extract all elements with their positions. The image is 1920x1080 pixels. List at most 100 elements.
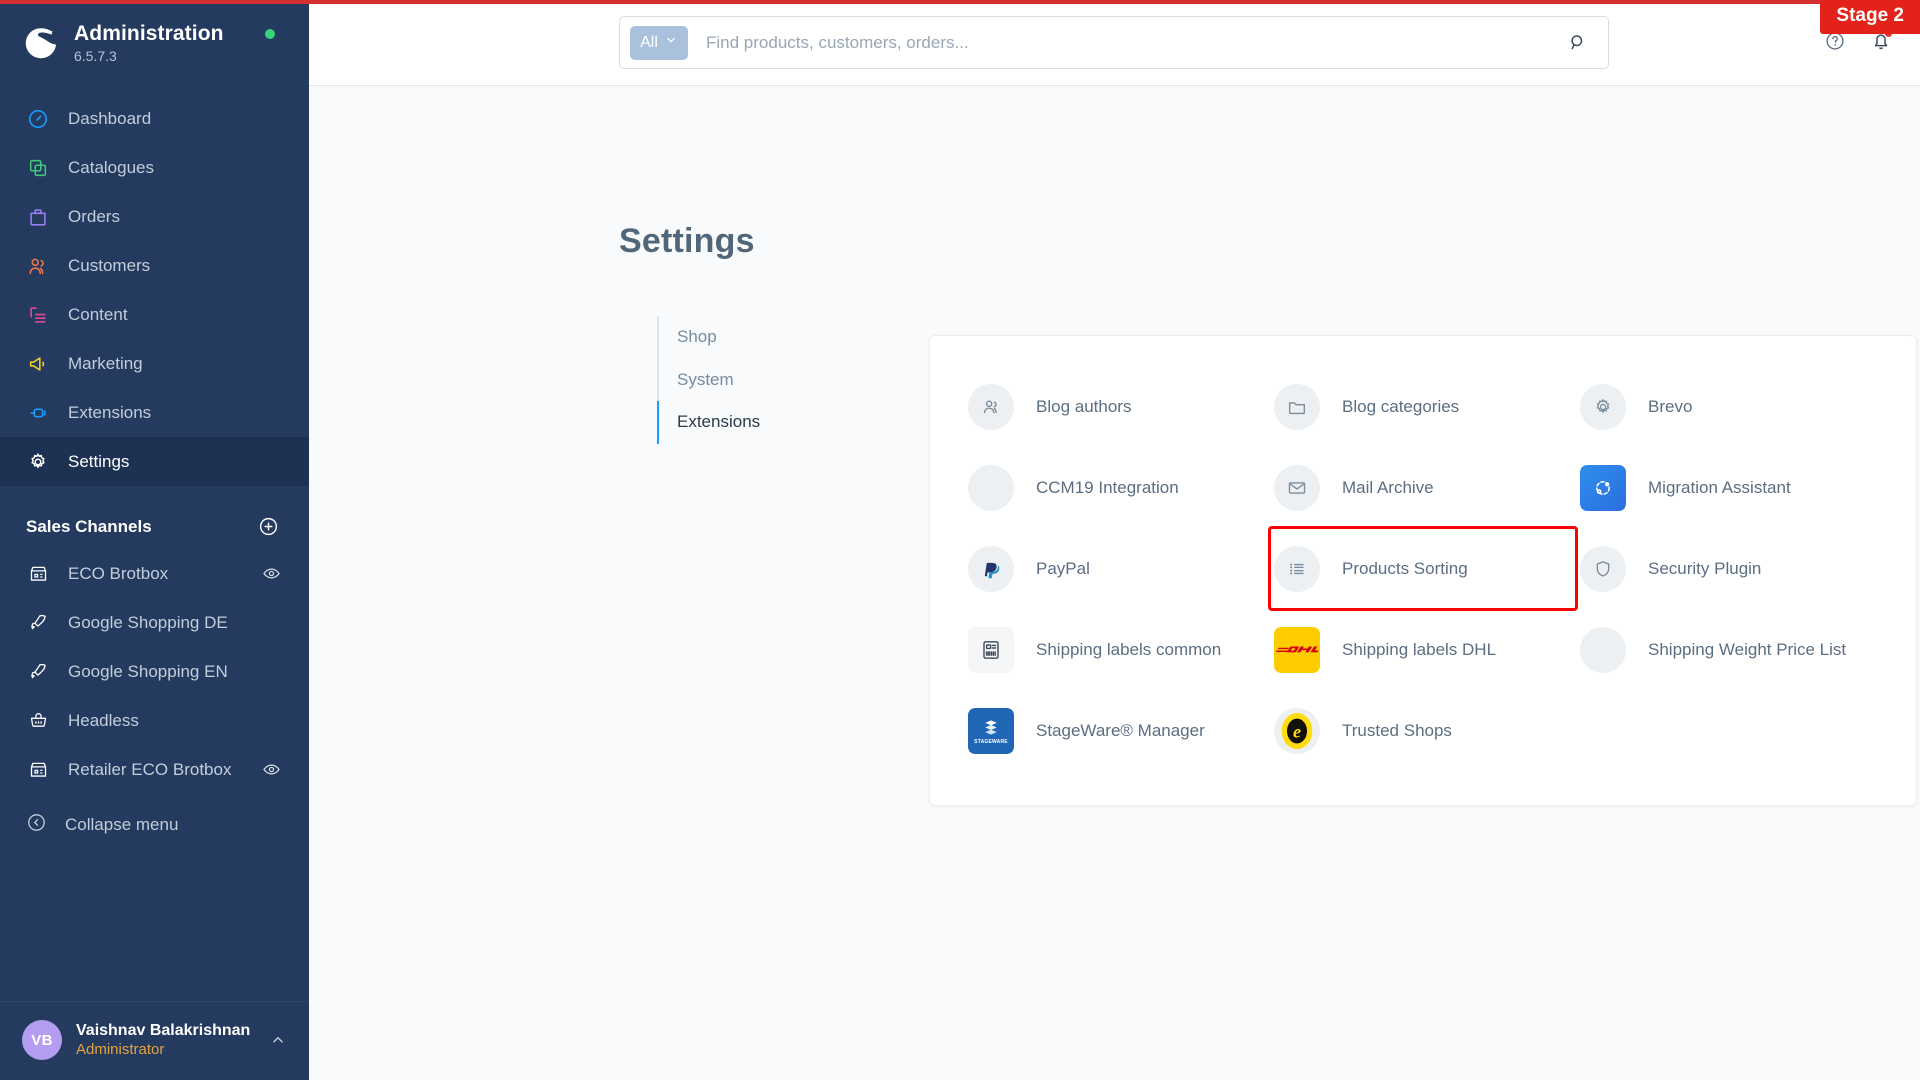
user-profile-bar[interactable]: VB Vaishnav Balakrishnan Administrator <box>0 1001 309 1080</box>
customers-icon <box>26 254 50 278</box>
extension-item-security-plugin[interactable]: Security Plugin <box>1576 528 1882 609</box>
label-barcode-icon <box>968 626 1014 673</box>
extension-label: CCM19 Integration <box>1036 477 1179 497</box>
sidebar-item-orders[interactable]: Orders <box>0 192 309 241</box>
sidebar-item-retailer-eco-brotbox[interactable]: Retailer ECO Brotbox <box>0 745 309 794</box>
extension-item-shipping-weight-price-list[interactable]: Shipping Weight Price List <box>1576 609 1882 690</box>
global-search[interactable]: All <box>619 16 1609 69</box>
extension-item-products-sorting[interactable]: Products Sorting <box>1268 526 1578 611</box>
brand-version: 6.5.7.3 <box>74 48 117 65</box>
extension-label: Mail Archive <box>1342 477 1434 497</box>
extension-item-blog-categories[interactable]: Blog categories <box>1270 366 1576 447</box>
brand-header[interactable]: Administration 6.5.7.3 <box>0 0 309 86</box>
sidebar-item-label: Catalogues <box>68 157 155 177</box>
eye-icon[interactable] <box>262 760 281 779</box>
shield-icon <box>1580 545 1626 592</box>
subnav-item-extensions[interactable]: Extensions <box>657 401 857 444</box>
search-icon[interactable] <box>1555 32 1600 53</box>
catalogues-icon <box>26 156 50 180</box>
search-scope-selector[interactable]: All <box>630 25 688 60</box>
sidebar-item-customers[interactable]: Customers <box>0 241 309 290</box>
extension-item-blog-authors[interactable]: Blog authors <box>964 366 1270 447</box>
sidebar-item-settings[interactable]: Settings <box>0 437 309 487</box>
eye-icon[interactable] <box>262 564 281 583</box>
settings-gear-icon <box>26 450 50 474</box>
extension-label: StageWare® Manager <box>1036 720 1205 740</box>
trusted-shops-icon: e <box>1274 707 1320 754</box>
extension-label: Blog authors <box>1036 396 1132 416</box>
page-content: Settings Shop System Extensions Blog aut… <box>309 86 1920 1080</box>
sidebar-item-label: Dashboard <box>68 108 152 128</box>
rocket-icon <box>26 611 50 635</box>
extension-item-ccm19-integration[interactable]: CCM19 Integration <box>964 447 1270 528</box>
extension-item-stageware-manager[interactable]: STAGEWARE StageWare® Manager <box>964 690 1270 771</box>
dashboard-icon <box>26 107 50 131</box>
sidebar-item-label: Customers <box>68 255 151 275</box>
extensions-card: Blog authors Blog categories Brevo CCM19… <box>929 335 1917 806</box>
sidebar-item-label: Headless <box>68 710 139 730</box>
gear-icon <box>1580 383 1626 430</box>
extension-item-trusted-shops[interactable]: e Trusted Shops <box>1270 690 1576 771</box>
paypal-icon <box>968 545 1014 592</box>
blank-icon <box>1580 626 1626 673</box>
sales-channels-header: Sales Channels <box>0 486 309 549</box>
sidebar-item-label: Google Shopping EN <box>68 661 228 681</box>
top-accent-bar <box>0 0 1920 4</box>
extension-item-brevo[interactable]: Brevo <box>1576 366 1882 447</box>
sidebar-item-headless[interactable]: Headless <box>0 696 309 745</box>
sidebar-item-content[interactable]: Content <box>0 290 309 339</box>
collapse-menu-label: Collapse menu <box>65 814 179 834</box>
sales-channels-title: Sales Channels <box>26 516 152 536</box>
extension-label: Migration Assistant <box>1648 477 1791 497</box>
extensions-grid: Blog authors Blog categories Brevo CCM19… <box>964 366 1882 771</box>
sidebar-item-label: Marketing <box>68 353 143 373</box>
extension-item-shipping-labels-common[interactable]: Shipping labels common <box>964 609 1270 690</box>
extension-label: Shipping labels common <box>1036 639 1222 659</box>
subnav-item-shop[interactable]: Shop <box>659 316 857 359</box>
search-input[interactable] <box>688 32 1555 53</box>
content-icon <box>26 303 50 327</box>
user-role: Administrator <box>76 1040 165 1058</box>
main-sidebar: Administration 6.5.7.3 Dashboard Catalog… <box>0 0 309 1080</box>
sidebar-item-extensions[interactable]: Extensions <box>0 388 309 437</box>
extension-item-shipping-labels-dhl[interactable]: Shipping labels DHL <box>1270 609 1576 690</box>
subnav-label: System <box>677 369 734 389</box>
extension-label: Brevo <box>1648 396 1693 416</box>
extension-label: Products Sorting <box>1342 558 1468 578</box>
subnav-label: Extensions <box>677 412 761 432</box>
rocket-icon <box>26 660 50 684</box>
plus-circle-icon[interactable] <box>258 516 279 537</box>
svg-text:e: e <box>1293 721 1301 741</box>
sidebar-item-marketing[interactable]: Marketing <box>0 339 309 388</box>
stageware-wordmark: STAGEWARE <box>974 738 1008 745</box>
blank-icon <box>968 464 1014 511</box>
shopware-logo-icon <box>22 24 60 62</box>
sidebar-item-dashboard[interactable]: Dashboard <box>0 94 309 143</box>
extension-item-paypal[interactable]: PayPal <box>964 528 1270 609</box>
orders-icon <box>26 205 50 229</box>
extension-label: Shipping Weight Price List <box>1648 639 1847 659</box>
sidebar-item-eco-brotbox[interactable]: ECO Brotbox <box>0 549 309 598</box>
extension-item-mail-archive[interactable]: Mail Archive <box>1270 447 1576 528</box>
storefront-icon <box>26 562 50 586</box>
page-title: Settings <box>619 222 755 260</box>
migration-icon <box>1580 464 1626 511</box>
chevron-up-icon[interactable] <box>269 1031 287 1049</box>
brand-title: Administration <box>74 22 224 45</box>
sidebar-item-google-shopping-en[interactable]: Google Shopping EN <box>0 647 309 696</box>
sidebar-item-label: Orders <box>68 206 120 226</box>
primary-navigation: Dashboard Catalogues Orders Customers Co… <box>0 94 309 487</box>
sidebar-item-catalogues[interactable]: Catalogues <box>0 143 309 192</box>
admin-app: Administration 6.5.7.3 Dashboard Catalog… <box>0 0 1920 1080</box>
basket-icon <box>26 709 50 733</box>
sidebar-item-label: Extensions <box>68 402 152 422</box>
extension-label: Trusted Shops <box>1342 720 1452 740</box>
main-area: All Find products, customers, orders... … <box>309 0 1920 1080</box>
extension-item-migration-assistant[interactable]: Migration Assistant <box>1576 447 1882 528</box>
chevron-left-circle-icon <box>26 812 47 838</box>
sidebar-item-google-shopping-de[interactable]: Google Shopping DE <box>0 598 309 647</box>
chevron-down-icon <box>664 33 678 52</box>
subnav-label: Shop <box>677 327 717 346</box>
subnav-item-system[interactable]: System <box>659 359 857 402</box>
collapse-menu-button[interactable]: Collapse menu <box>0 800 309 849</box>
